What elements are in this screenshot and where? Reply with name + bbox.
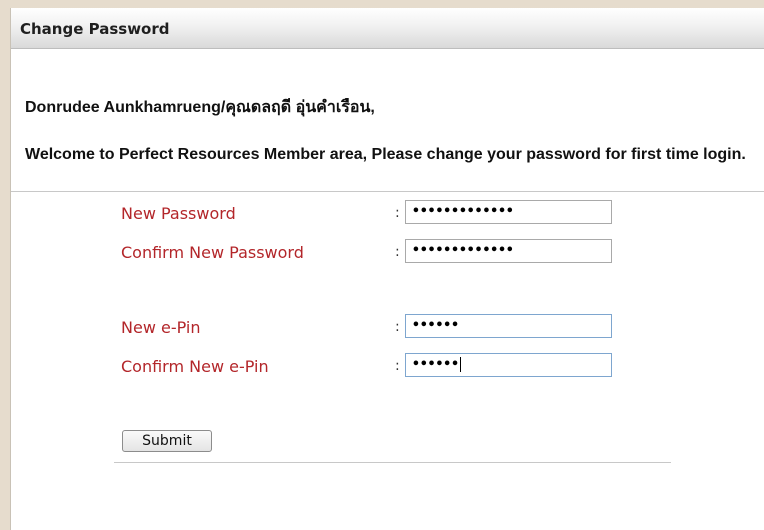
member-greeting: Donrudee Aunkhamrueng/คุณดลฤดี อุ่นคำเรื… [25, 99, 375, 116]
new-password-input[interactable]: ••••••••••••• [405, 200, 612, 224]
field-separator: : [395, 358, 400, 374]
field-separator: : [395, 244, 400, 260]
new-epin-row: New e-Pin : •••••• [11, 314, 764, 342]
confirm-epin-row: Confirm New e-Pin : •••••• [11, 353, 764, 381]
panel-header: Change Password [11, 8, 764, 49]
confirm-password-label: Confirm New Password [121, 243, 304, 262]
new-epin-input[interactable]: •••••• [405, 314, 612, 338]
divider [11, 191, 764, 192]
field-separator: : [395, 205, 400, 221]
confirm-epin-input[interactable]: •••••• [405, 353, 612, 377]
welcome-message: Welcome to Perfect Resources Member area… [25, 146, 746, 163]
confirm-password-row: Confirm New Password : ••••••••••••• [11, 239, 764, 267]
new-epin-label: New e-Pin [121, 318, 201, 337]
confirm-epin-label: Confirm New e-Pin [121, 357, 269, 376]
new-password-label: New Password [121, 204, 236, 223]
field-separator: : [395, 319, 400, 335]
divider [114, 462, 671, 463]
submit-button[interactable]: Submit [122, 430, 212, 452]
change-password-panel: Change Password Donrudee Aunkhamrueng/คุ… [10, 8, 764, 530]
page-title: Change Password [20, 20, 170, 38]
confirm-epin-value: •••••• [412, 357, 459, 372]
confirm-password-input[interactable]: ••••••••••••• [405, 239, 612, 263]
text-caret [459, 357, 461, 372]
new-password-row: New Password : ••••••••••••• [11, 200, 764, 228]
